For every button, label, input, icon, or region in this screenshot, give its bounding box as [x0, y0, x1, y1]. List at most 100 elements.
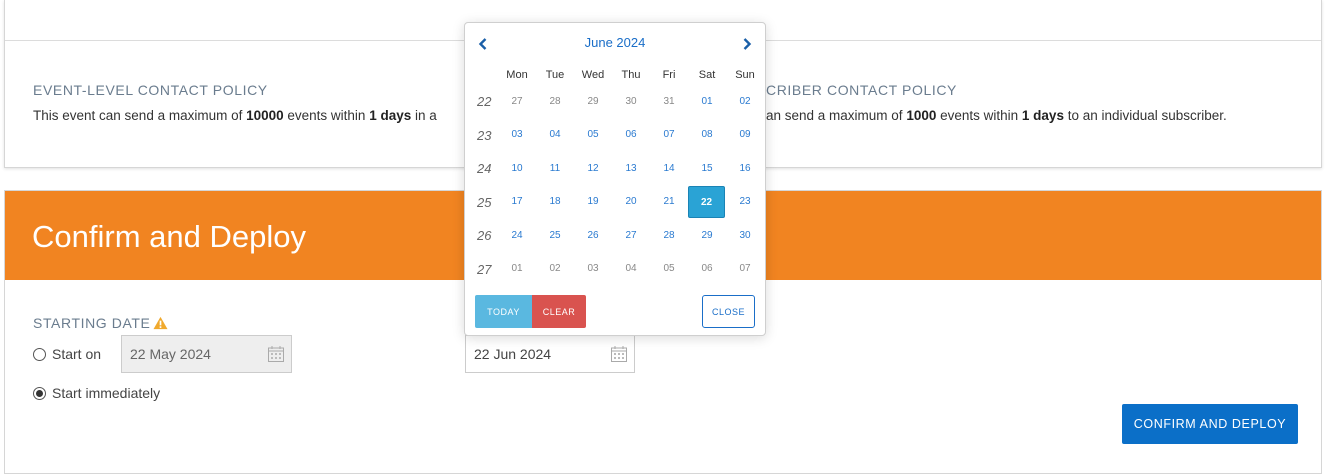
calendar-day[interactable]: 26: [574, 220, 612, 252]
calendar-day[interactable]: 15: [688, 153, 726, 185]
weekday-header: Mon Tue Wed Thu Fri Sat Sun: [473, 65, 764, 85]
subscriber-policy-max: 1000: [906, 108, 937, 123]
subscriber-policy-days: 1 days: [1021, 108, 1064, 123]
calendar-day[interactable]: 28: [536, 86, 574, 118]
start-immediately-radio[interactable]: [33, 386, 46, 400]
calendar-day[interactable]: 03: [574, 253, 612, 285]
weekday-label: Thu: [621, 69, 641, 81]
calendar-footer: TODAY CLEAR CLOSE: [475, 295, 755, 329]
calendar-day[interactable]: 19: [574, 186, 612, 218]
weekday-label: Sun: [735, 69, 755, 81]
deploy-date-value: 22 Jun 2024: [474, 346, 552, 362]
weekday-label: Tue: [545, 69, 565, 81]
calendar-day[interactable]: 01: [498, 253, 536, 285]
calendar-day[interactable]: 06: [612, 119, 650, 151]
calendar-day[interactable]: 29: [688, 220, 726, 252]
calendar-day[interactable]: 06: [688, 253, 726, 285]
chevron-right-icon[interactable]: [740, 37, 754, 51]
calendar-icon[interactable]: [267, 345, 285, 363]
calendar-day[interactable]: 04: [536, 119, 574, 151]
warning-icon[interactable]: [153, 316, 168, 330]
calendar-day[interactable]: 25: [536, 220, 574, 252]
calendar-week-row: 22 27 28 29 30 31 01 02: [473, 85, 764, 119]
subscriber-policy-suffix: to an individual subscriber.: [1063, 108, 1227, 123]
calendar-day[interactable]: 16: [726, 153, 764, 185]
calendar-header: June 2024: [465, 35, 765, 55]
calendar-day[interactable]: 07: [726, 253, 764, 285]
deploy-date-input[interactable]: 22 Jun 2024: [465, 335, 635, 373]
week-number: 26: [477, 228, 492, 244]
event-policy-max: 10000: [246, 108, 284, 123]
calendar-grid: Mon Tue Wed Thu Fri Sat Sun 22 27 28 29 30 31…: [473, 65, 764, 286]
calendar-day[interactable]: 01: [688, 86, 726, 118]
start-on-label: Start on: [52, 346, 102, 362]
calendar-day[interactable]: 24: [498, 220, 536, 252]
event-policy-mid: events within: [283, 108, 370, 123]
calendar-day[interactable]: 07: [650, 119, 688, 151]
calendar-day[interactable]: 08: [688, 119, 726, 151]
calendar-day[interactable]: 03: [498, 119, 536, 151]
calendar-day[interactable]: 27: [498, 86, 536, 118]
calendar-day[interactable]: 21: [650, 186, 688, 218]
date-picker-popup: June 2024 Mon Tue Wed Thu Fri Sat Sun 22…: [464, 22, 766, 336]
start-on-date-value: 22 May 2024: [130, 346, 211, 362]
calendar-day[interactable]: 13: [612, 153, 650, 185]
weekday-label: Mon: [506, 69, 528, 81]
event-policy-suffix: in a: [411, 108, 437, 123]
calendar-week-row: 24 10 11 12 13 14 15 16: [473, 152, 764, 186]
week-number-header: [473, 65, 498, 85]
calendar-day[interactable]: 27: [612, 220, 650, 252]
calendar-week-row: 26 24 25 26 27 28 29 30: [473, 219, 764, 253]
calendar-day[interactable]: 14: [650, 153, 688, 185]
calendar-day[interactable]: 10: [498, 153, 536, 185]
calendar-week-row: 25 17 18 19 20 21 22 23: [473, 186, 764, 220]
calendar-day[interactable]: 30: [726, 220, 764, 252]
subscriber-policy-text: an send a maximum of 1000 events within …: [766, 108, 1227, 123]
week-number: 25: [477, 194, 492, 210]
calendar-week-row: 27 01 02 03 04 05 06 07: [473, 253, 764, 287]
event-policy-days: 1 days: [369, 108, 412, 123]
calendar-day[interactable]: 20: [612, 186, 650, 218]
calendar-day[interactable]: 12: [574, 153, 612, 185]
calendar-day[interactable]: 28: [650, 220, 688, 252]
event-policy-prefix: This event can send a maximum of: [33, 108, 247, 123]
week-number: 24: [477, 161, 492, 177]
calendar-day[interactable]: 30: [612, 86, 650, 118]
calendar-day[interactable]: 11: [536, 153, 574, 185]
subscriber-policy-title: CRIBER CONTACT POLICY: [766, 82, 957, 98]
calendar-day[interactable]: 09: [726, 119, 764, 151]
calendar-day-selected[interactable]: 22: [688, 186, 725, 219]
subscriber-policy-mid: events within: [936, 108, 1022, 123]
calendar-week-row: 23 03 04 05 06 07 08 09: [473, 119, 764, 153]
start-on-radio[interactable]: [33, 347, 46, 361]
week-number: 22: [477, 94, 492, 110]
calendar-day[interactable]: 23: [726, 186, 764, 218]
close-button[interactable]: CLOSE: [702, 295, 755, 328]
calendar-day[interactable]: 05: [574, 119, 612, 151]
clear-button[interactable]: CLEAR: [532, 295, 586, 328]
calendar-weeks: 22 27 28 29 30 31 01 02 23 03 04 05 06 07 08 09 24 10 11 12…: [473, 85, 764, 286]
subscriber-policy-prefix: an send a maximum of: [766, 108, 907, 123]
calendar-day[interactable]: 29: [574, 86, 612, 118]
start-on-option[interactable]: Start on: [33, 346, 101, 362]
calendar-day[interactable]: 17: [498, 186, 536, 218]
calendar-day[interactable]: 31: [650, 86, 688, 118]
week-number: 27: [477, 261, 492, 277]
start-immediately-option[interactable]: Start immediately: [33, 385, 160, 401]
section-title: Confirm and Deploy: [32, 219, 306, 254]
starting-date-label: STARTING DATE: [33, 315, 168, 331]
weekday-label: Wed: [581, 69, 605, 81]
confirm-and-deploy-button[interactable]: CONFIRM AND DEPLOY: [1122, 404, 1298, 444]
calendar-day[interactable]: 02: [536, 253, 574, 285]
calendar-month-label[interactable]: June 2024: [465, 35, 765, 50]
today-button[interactable]: TODAY: [475, 295, 532, 328]
calendar-icon[interactable]: [610, 345, 628, 363]
calendar-day[interactable]: 04: [612, 253, 650, 285]
calendar-day[interactable]: 05: [650, 253, 688, 285]
event-policy-text: This event can send a maximum of 10000 e…: [33, 108, 437, 123]
event-policy-title: EVENT-LEVEL CONTACT POLICY: [33, 82, 268, 98]
start-on-date-input[interactable]: 22 May 2024: [121, 335, 292, 373]
calendar-day[interactable]: 02: [726, 86, 764, 118]
calendar-day[interactable]: 18: [536, 186, 574, 218]
weekday-label: Fri: [662, 69, 676, 81]
